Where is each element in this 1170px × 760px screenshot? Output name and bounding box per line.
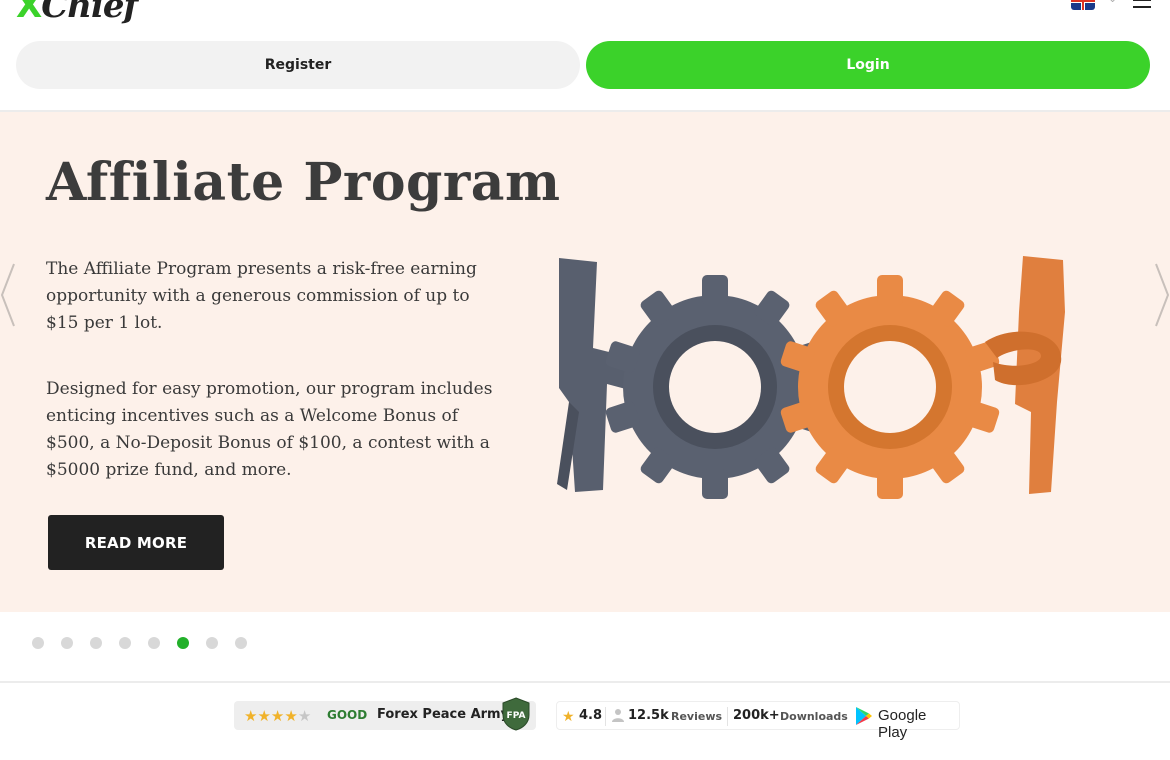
fpa-name: Forex Peace Army xyxy=(377,707,510,722)
carousel-dot-active[interactable] xyxy=(177,637,189,649)
downloads-label: Downloads xyxy=(780,710,848,723)
reviews-label: Reviews xyxy=(671,710,723,723)
reviews-count: 12.5k xyxy=(628,708,669,723)
google-play-label: Google Play xyxy=(878,707,927,741)
carousel-dot[interactable] xyxy=(148,637,160,649)
fpa-shield-label: FPA xyxy=(507,711,526,721)
slide-title: Affiliate Program xyxy=(46,152,561,213)
hero-slider: Affiliate Program The Affiliate Program … xyxy=(0,112,1170,612)
slide-paragraph-1: The Affiliate Program presents a risk-fr… xyxy=(46,259,477,333)
star-rating-icon: ★★★★★ xyxy=(244,708,312,725)
chevron-right-icon[interactable] xyxy=(1150,260,1170,330)
hamburger-menu-icon[interactable] xyxy=(1133,0,1151,8)
register-button[interactable]: Register xyxy=(16,41,580,89)
uk-flag-icon[interactable] xyxy=(1071,0,1095,10)
slide-paragraph-2: Designed for easy promotion, our program… xyxy=(46,379,493,480)
google-play-icon xyxy=(856,707,872,725)
read-more-button[interactable]: READ MORE xyxy=(48,515,224,570)
separator xyxy=(727,707,728,726)
downloads-count: 200k+ xyxy=(733,708,780,723)
app-rating: 4.8 xyxy=(579,708,603,723)
site-header: XChief ⌄ Register Login xyxy=(0,0,1170,112)
logo[interactable]: XChief xyxy=(16,0,138,26)
login-button[interactable]: Login xyxy=(586,41,1150,89)
carousel-dot[interactable] xyxy=(235,637,247,649)
carousel-dot[interactable] xyxy=(61,637,73,649)
fpa-shield-icon: FPA xyxy=(502,697,530,731)
carousel-dot[interactable] xyxy=(90,637,102,649)
section-divider xyxy=(0,681,1170,683)
chevron-left-icon[interactable] xyxy=(0,260,20,330)
fpa-rating-text: GOOD xyxy=(327,708,368,722)
gears-and-figures-illustration xyxy=(557,256,1065,499)
google-play-badge[interactable]: ★ 4.8 12.5k Reviews 200k+ Downloads Goog… xyxy=(556,701,960,741)
carousel-dot[interactable] xyxy=(206,637,218,649)
separator xyxy=(605,707,606,726)
user-icon xyxy=(612,709,624,722)
fpa-rating-badge[interactable]: ★★★★★ GOOD Forex Peace Army FPA xyxy=(234,697,536,731)
carousel-dot[interactable] xyxy=(119,637,131,649)
carousel-dot[interactable] xyxy=(32,637,44,649)
chevron-down-icon[interactable]: ⌄ xyxy=(1108,0,1117,5)
star-icon: ★ xyxy=(562,708,575,724)
